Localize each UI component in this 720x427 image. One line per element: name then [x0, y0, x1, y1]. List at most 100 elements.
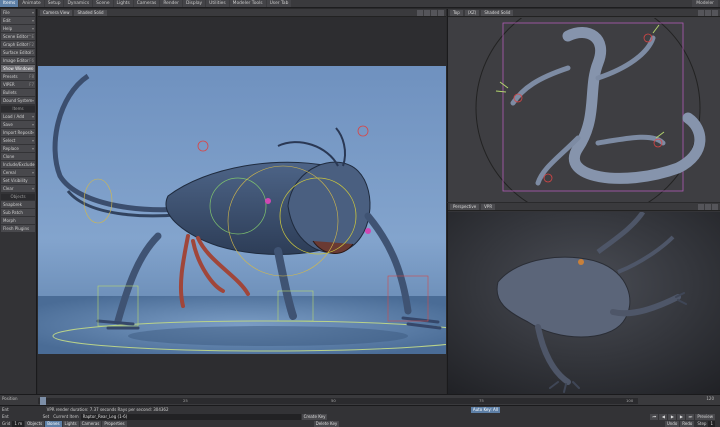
shortcut-hint: ▾	[31, 10, 34, 15]
left-panel-button-set-visibility[interactable]: Set Visibility	[1, 177, 35, 184]
tab-dynamics[interactable]: Dynamics	[64, 0, 93, 7]
left-panel-button-clone[interactable]: Clone	[1, 153, 35, 160]
delete-key-button[interactable]: Delete Key	[313, 420, 340, 427]
step-back-icon[interactable]: ◀	[659, 413, 668, 420]
undo-button[interactable]: Undo	[664, 420, 680, 427]
current-item-select[interactable]: Raptor_Rear_Leg (1-6)	[80, 413, 301, 420]
create-key-button[interactable]: Create Key	[301, 413, 328, 420]
go-start-icon[interactable]: ⏮	[650, 413, 659, 420]
left-panel-button-bullets[interactable]: Bullets	[1, 89, 35, 96]
tab-lights[interactable]: Lights	[113, 0, 133, 7]
tab-setup[interactable]: Setup	[44, 0, 64, 7]
left-panel-button-cereal[interactable]: Cereal ▾	[1, 169, 35, 176]
rotate-view-icon[interactable]	[705, 9, 711, 16]
auto-key-button[interactable]: Auto Key: All	[470, 406, 500, 413]
move-view-icon[interactable]	[698, 9, 704, 16]
move-view-icon[interactable]	[417, 9, 423, 16]
modeler-switch-button[interactable]: Modeler	[692, 0, 718, 7]
left-panel-button-sub-patch[interactable]: Sub Patch	[1, 209, 35, 216]
grid-size-field[interactable]: 1 m	[12, 420, 25, 427]
left-panel-button-edit[interactable]: Edit ▾	[1, 17, 35, 24]
timeline-scrubber[interactable]	[40, 397, 46, 405]
left-panel-button-surface-editor[interactable]: Surface Editor F5	[1, 49, 35, 56]
left-panel-button-save[interactable]: Save ▾	[1, 121, 35, 128]
left-panel-button-show-windows[interactable]: Show Windows ▾	[1, 65, 35, 72]
button-label: Select	[3, 138, 16, 143]
maximize-view-icon[interactable]	[438, 9, 444, 16]
left-panel-button-load-add[interactable]: Load / Add ▾	[1, 113, 35, 120]
left-panel-button-file[interactable]: File ▾	[1, 9, 35, 16]
top-view-canvas[interactable]	[448, 18, 720, 202]
shortcut-hint: ▾	[31, 26, 34, 31]
left-panel-button-flesh-plugins[interactable]: Flesh Plugins	[1, 225, 35, 232]
button-label: Snapbrek	[3, 202, 22, 207]
step-forward-icon[interactable]: ▶	[677, 413, 686, 420]
perspective-render-canvas[interactable]	[448, 212, 720, 394]
perspective-viewport[interactable]: Perspective VPR	[447, 203, 720, 394]
view-type-select[interactable]: Camera View	[40, 9, 73, 16]
camera-render-canvas[interactable]	[38, 66, 446, 354]
axis-select[interactable]: (XZ)	[464, 9, 480, 16]
left-panel-button-import-reposit[interactable]: Import Reposit ▾	[1, 129, 35, 136]
shading-mode-select[interactable]: Shaded Solid	[481, 9, 514, 16]
properties-button[interactable]: Properties	[102, 420, 127, 427]
tab-cameras[interactable]: Cameras	[133, 0, 160, 7]
tab-modeler-tools[interactable]: Modeler Tools	[229, 0, 266, 7]
go-end-icon[interactable]: ⏭	[686, 413, 695, 420]
shortcut-hint: ▾	[31, 162, 34, 167]
zoom-view-icon[interactable]	[712, 9, 718, 16]
redo-button[interactable]: Redo	[680, 420, 695, 427]
shading-mode-select[interactable]: VPR	[481, 203, 496, 210]
rotate-view-icon[interactable]	[705, 203, 711, 210]
step-field[interactable]: 1	[708, 420, 715, 427]
left-panel-button-image-editor[interactable]: Image Editor F6	[1, 57, 35, 64]
shortcut-hint: ▾	[31, 114, 34, 119]
zoom-view-icon[interactable]	[431, 9, 437, 16]
button-label: Graph Editor	[3, 42, 29, 47]
timeline[interactable]: Position 0 25 50 75 100 120	[0, 394, 720, 405]
view-type-select[interactable]: Perspective	[450, 203, 480, 210]
left-panel-button-clear[interactable]: Clear ▾	[1, 185, 35, 192]
left-panel-button-help[interactable]: Help ▾	[1, 25, 35, 32]
left-panel-button-snapbrek[interactable]: Snapbrek	[1, 201, 35, 208]
tab-items[interactable]: Items	[0, 0, 19, 7]
cameras-mode-button[interactable]: Cameras	[79, 420, 102, 427]
timeline-tick: 50	[331, 398, 336, 403]
left-panel-button-viper[interactable]: VIPER F7	[1, 81, 35, 88]
lights-mode-button[interactable]: Lights	[62, 420, 79, 427]
button-label: Morph	[3, 218, 16, 223]
camera-viewport-header: Camera View Shaded Solid	[38, 9, 446, 17]
button-label: Include/Exclude	[3, 162, 35, 167]
camera-viewport[interactable]: Camera View Shaded Solid	[38, 9, 446, 394]
row-label: Ent	[2, 414, 9, 419]
left-panel-button-morph[interactable]: Morph	[1, 217, 35, 224]
bones-mode-button[interactable]: Bones	[45, 420, 62, 427]
zoom-view-icon[interactable]	[712, 203, 718, 210]
view-type-select[interactable]: Top	[450, 9, 463, 16]
tab-scene[interactable]: Scene	[93, 0, 113, 7]
button-label: Sub Patch	[3, 210, 23, 215]
left-panel-button-include-exclude[interactable]: Include/Exclude ▾	[1, 161, 35, 168]
move-view-icon[interactable]	[698, 203, 704, 210]
play-icon[interactable]: ▶	[668, 413, 677, 420]
button-label: Set Visibility	[3, 178, 28, 183]
tab-render[interactable]: Render	[160, 0, 182, 7]
tab-utilities[interactable]: Utilities	[206, 0, 229, 7]
shortcut-hint: ▾	[31, 146, 34, 151]
left-panel-button-dound-system[interactable]: Dound System ▾	[1, 97, 35, 104]
preview-button[interactable]: Preview	[695, 413, 715, 420]
tab-display[interactable]: Display	[182, 0, 206, 7]
left-panel-button-replace[interactable]: Replace ▾	[1, 145, 35, 152]
current-item-label: Current Item	[53, 414, 79, 419]
left-panel-button-presets[interactable]: Presets F8	[1, 73, 35, 80]
timeline-track[interactable]: 0 25 50 75 100	[38, 398, 638, 404]
top-viewport[interactable]: Top (XZ) Shaded Solid	[447, 9, 720, 202]
tab-animate[interactable]: Animate	[19, 0, 44, 7]
shading-mode-select[interactable]: Shaded Solid	[74, 9, 107, 16]
left-panel-button-graph-editor[interactable]: Graph Editor ^F2	[1, 41, 35, 48]
left-panel-button-select[interactable]: Select ▾	[1, 137, 35, 144]
tab-user-tab[interactable]: User Tab	[266, 0, 292, 7]
rotate-view-icon[interactable]	[424, 9, 430, 16]
left-panel-button-scene-editor[interactable]: Scene Editor ^E	[1, 33, 35, 40]
objects-mode-button[interactable]: Objects	[25, 420, 45, 427]
